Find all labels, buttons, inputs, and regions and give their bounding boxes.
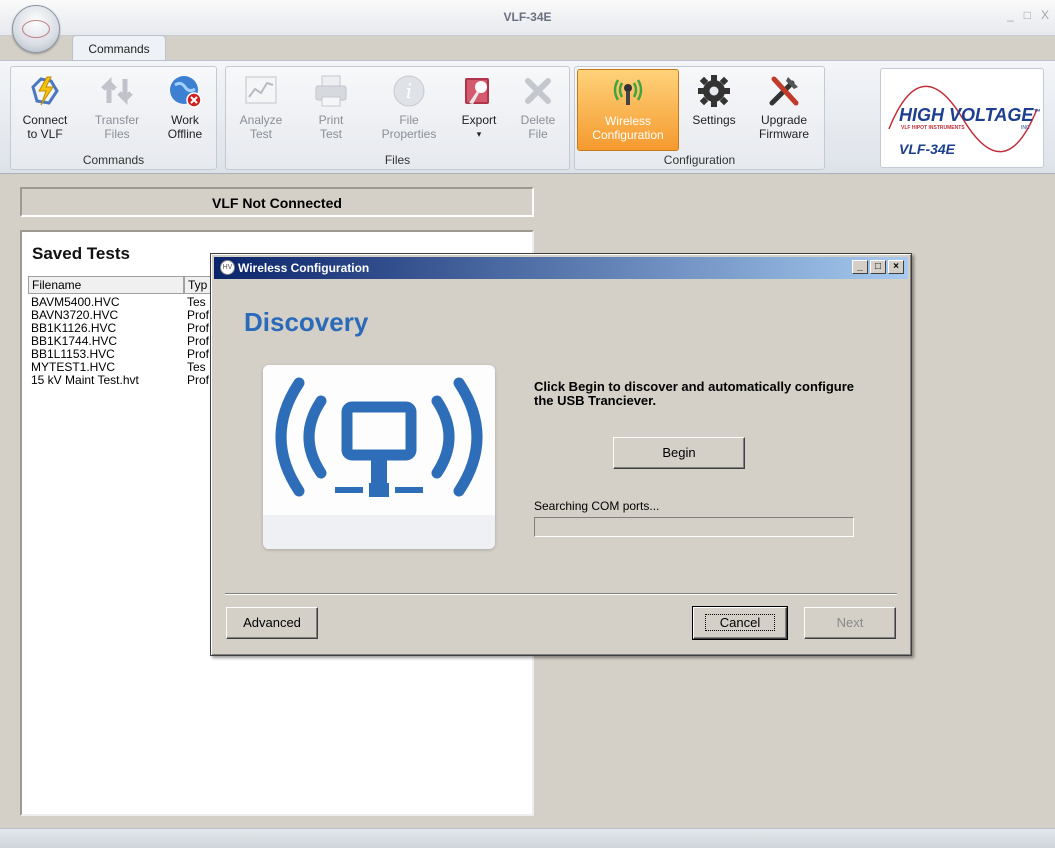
status-bar	[0, 828, 1055, 848]
chart-icon	[243, 73, 279, 109]
advanced-button[interactable]: Advanced	[226, 607, 318, 639]
ribbon-group-files: Analyze Test Print Test i File Properties E…	[225, 66, 570, 170]
dialog-window-controls: _ □ ×	[852, 260, 904, 274]
dialog-title-bar[interactable]: HV Wireless Configuration _ □ ×	[214, 257, 908, 279]
group-label-commands: Commands	[82, 153, 145, 167]
minimize-button[interactable]: _	[1007, 8, 1014, 22]
dialog-separator	[225, 593, 897, 595]
transfer-files-button[interactable]: Transfer Files	[87, 69, 147, 151]
dialog-close-button[interactable]: ×	[888, 260, 904, 274]
title-bar: VLF-34E _ □ X	[0, 0, 1055, 36]
close-button[interactable]: X	[1041, 8, 1049, 22]
high-voltage-logo: HIGH VOLTAGE™ VLF HIPOT INSTRUMENTS INC …	[880, 68, 1044, 168]
window-controls: _ □ X	[1007, 8, 1049, 22]
delete-icon	[520, 73, 556, 109]
transfer-icon	[99, 73, 135, 109]
ribbon-group-commands: Connect to VLF Transfer Files Work Offline …	[10, 66, 217, 170]
cancel-label: Cancel	[704, 614, 776, 631]
print-test-button[interactable]: Print Test	[300, 69, 362, 151]
hv-app-icon: HV	[220, 260, 235, 275]
application-menu-button[interactable]	[12, 5, 60, 53]
globe-icon	[167, 73, 203, 109]
search-status: Searching COM ports...	[534, 499, 660, 513]
gear-icon	[696, 73, 732, 109]
logo-inc: INC	[1021, 125, 1030, 131]
logo-subtitle: VLF HIPOT INSTRUMENTS	[901, 125, 965, 131]
tools-icon	[766, 73, 802, 109]
delete-file-button[interactable]: Delete File	[510, 69, 566, 151]
network-discovery-icon	[263, 365, 495, 549]
app-logo-icon	[22, 20, 50, 38]
lightning-icon	[27, 73, 63, 109]
dialog-minimize-button[interactable]: _	[852, 260, 868, 274]
connection-status: VLF Not Connected	[20, 187, 534, 217]
logo-tm: ™	[1033, 109, 1041, 116]
group-label-files: Files	[384, 153, 411, 167]
list-item[interactable]: 15 kV Maint Test.hvt Prof	[31, 374, 227, 387]
saved-tests-title: Saved Tests	[32, 244, 130, 263]
file-properties-button[interactable]: i File Properties	[372, 69, 446, 151]
saved-tests-list: BAVM5400.HVC Tes BAVN3720.HVC Prof BB1K112…	[31, 296, 227, 387]
discovery-instructions: Click Begin to discover and automaticall…	[534, 379, 855, 408]
wireless-icon	[610, 74, 646, 110]
dialog-title: Wireless Configuration	[238, 261, 370, 275]
wireless-configuration-button[interactable]: Wireless Configuration	[577, 69, 679, 151]
tab-commands[interactable]: Commands	[72, 35, 166, 61]
window-title: VLF-34E	[503, 10, 552, 24]
printer-icon	[313, 73, 349, 109]
ribbon-group-configuration: Wireless Configuration Settings Upgrade Fi…	[574, 66, 825, 170]
next-button[interactable]: Next	[804, 607, 896, 639]
column-filename[interactable]: Filename	[28, 276, 184, 293]
svg-text:i: i	[406, 79, 412, 103]
logo-brand: HIGH VOLTAGE	[899, 105, 1034, 125]
logo-model: VLF-34E	[899, 141, 956, 157]
info-icon: i	[391, 73, 427, 109]
discovery-heading: Discovery	[244, 307, 369, 337]
discovery-progress-bar	[534, 517, 854, 537]
maximize-button[interactable]: □	[1024, 8, 1031, 22]
wireless-configuration-dialog: HV Wireless Configuration _ □ × Discover…	[210, 253, 912, 656]
group-label-configuration: Configuration	[663, 153, 736, 167]
cancel-button[interactable]: Cancel	[692, 606, 788, 640]
settings-button[interactable]: Settings	[685, 69, 743, 151]
begin-button[interactable]: Begin	[613, 437, 745, 469]
export-button[interactable]: Export ▾	[452, 69, 506, 151]
upgrade-firmware-button[interactable]: Upgrade Firmware	[749, 69, 819, 151]
dialog-maximize-button[interactable]: □	[870, 260, 886, 274]
work-offline-button[interactable]: Work Offline	[157, 69, 213, 151]
analyze-test-button[interactable]: Analyze Test	[230, 69, 292, 151]
export-icon	[461, 73, 497, 109]
connect-to-vlf-button[interactable]: Connect to VLF	[15, 69, 75, 151]
